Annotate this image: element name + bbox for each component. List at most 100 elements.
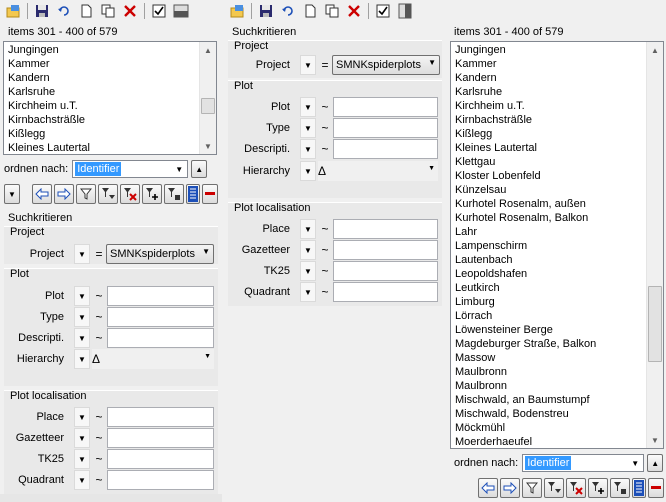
- checkbox-icon[interactable]: [148, 0, 170, 22]
- type-op-dropdown[interactable]: ▼: [300, 118, 316, 138]
- list-item[interactable]: Jungingen: [8, 43, 195, 57]
- filter-export-icon[interactable]: [610, 478, 630, 498]
- chevron-down-icon[interactable]: ▼: [428, 58, 436, 67]
- list-item[interactable]: Maulbronn: [455, 365, 642, 379]
- order-combo[interactable]: Identifier ▼: [522, 454, 645, 472]
- list-item[interactable]: Kirchheim u.T.: [8, 99, 195, 113]
- gazetteer-op-dropdown[interactable]: ▼: [300, 240, 316, 260]
- filter-remove-icon[interactable]: [120, 184, 140, 204]
- filter-add-icon[interactable]: [588, 478, 608, 498]
- undo-icon[interactable]: [53, 0, 75, 22]
- list-item[interactable]: Lampenschirm: [455, 239, 642, 253]
- remove-icon[interactable]: [648, 478, 664, 498]
- list-item[interactable]: Kißlegg: [455, 127, 642, 141]
- tk25-op-dropdown[interactable]: ▼: [300, 261, 316, 281]
- descripti-op-dropdown[interactable]: ▼: [300, 139, 316, 159]
- save-icon[interactable]: [255, 0, 277, 22]
- place-input[interactable]: [333, 219, 438, 239]
- descripti-input[interactable]: [333, 139, 438, 159]
- plot-op-dropdown[interactable]: ▼: [74, 286, 90, 306]
- arrow-left-icon[interactable]: [478, 478, 498, 498]
- list-item[interactable]: Leopoldshafen: [455, 267, 642, 281]
- new-icon[interactable]: [75, 0, 97, 22]
- arrow-right-icon[interactable]: [500, 478, 520, 498]
- sort-asc-button[interactable]: ▲: [191, 160, 208, 178]
- gazetteer-op-dropdown[interactable]: ▼: [74, 428, 90, 448]
- gazetteer-input[interactable]: [107, 428, 214, 448]
- chevron-down-icon[interactable]: ▼: [428, 165, 435, 172]
- undo-icon[interactable]: [277, 0, 299, 22]
- list-item[interactable]: Kißlegg: [8, 127, 195, 141]
- arrow-right-icon[interactable]: [54, 184, 74, 204]
- list-item[interactable]: Künzelsau: [455, 183, 642, 197]
- chevron-down-icon[interactable]: ▼: [173, 161, 185, 177]
- project-combo[interactable]: SMNKspiderplots ▼: [332, 55, 440, 75]
- list-item[interactable]: Kirnbachsträßle: [8, 113, 195, 127]
- open-icon[interactable]: [2, 0, 24, 22]
- place-op-dropdown[interactable]: ▼: [300, 219, 316, 239]
- arrow-left-icon[interactable]: [32, 184, 52, 204]
- panel-icon[interactable]: [170, 0, 192, 22]
- chevron-down-icon[interactable]: ▼: [202, 247, 210, 256]
- filter-add-icon[interactable]: [142, 184, 162, 204]
- delete-icon[interactable]: [119, 0, 141, 22]
- items-listbox[interactable]: Jungingen Kammer Kandern Karlsruhe Kirchheim…: [450, 41, 664, 449]
- place-op-dropdown[interactable]: ▼: [74, 407, 90, 427]
- checkbox-icon[interactable]: [372, 0, 394, 22]
- list-item[interactable]: Jungingen: [455, 43, 642, 57]
- plot-op-dropdown[interactable]: ▼: [300, 97, 316, 117]
- list-item[interactable]: Mischwald, an Baumstumpf: [455, 393, 642, 407]
- list-item[interactable]: Massow: [455, 351, 642, 365]
- scroll-thumb[interactable]: [648, 286, 662, 362]
- list-item[interactable]: Leutkirch: [455, 281, 642, 295]
- list-item[interactable]: Karlsruhe: [8, 85, 195, 99]
- type-input[interactable]: [107, 307, 214, 327]
- project-combo[interactable]: SMNKspiderplots ▼: [106, 244, 214, 264]
- tk25-op-dropdown[interactable]: ▼: [74, 449, 90, 469]
- list-item[interactable]: Kloster Lobenfeld: [455, 169, 642, 183]
- place-input[interactable]: [107, 407, 214, 427]
- plot-input[interactable]: [107, 286, 214, 306]
- hierarchy-op-dropdown[interactable]: ▼: [74, 349, 90, 369]
- list-item[interactable]: Kandern: [8, 71, 195, 85]
- filter-export-icon[interactable]: [164, 184, 184, 204]
- tk25-input[interactable]: [333, 261, 438, 281]
- hierarchy-op-dropdown[interactable]: ▼: [300, 161, 316, 181]
- list-item[interactable]: Klettgau: [455, 155, 642, 169]
- filter-down-icon[interactable]: [98, 184, 118, 204]
- copy-icon[interactable]: [97, 0, 119, 22]
- quadrant-op-dropdown[interactable]: ▼: [300, 282, 316, 302]
- list-item[interactable]: Kirchheim u.T.: [455, 99, 642, 113]
- copy-icon[interactable]: [321, 0, 343, 22]
- open-icon[interactable]: [226, 0, 248, 22]
- list-item[interactable]: Mischwald, Bodenstreu: [455, 407, 642, 421]
- delete-icon[interactable]: [343, 0, 365, 22]
- scroll-down-icon[interactable]: ▼: [647, 432, 663, 448]
- filter-down-icon[interactable]: [544, 478, 564, 498]
- plot-input[interactable]: [333, 97, 438, 117]
- expand-button[interactable]: ▼: [4, 184, 20, 204]
- type-input[interactable]: [333, 118, 438, 138]
- filter-icon[interactable]: [76, 184, 96, 204]
- scroll-up-icon[interactable]: ▲: [647, 42, 663, 58]
- scroll-thumb[interactable]: [201, 98, 215, 114]
- descripti-input[interactable]: [107, 328, 214, 348]
- order-combo[interactable]: Identifier ▼: [72, 160, 189, 178]
- quadrant-op-dropdown[interactable]: ▼: [74, 470, 90, 490]
- list-item[interactable]: Kirnbachsträßle: [455, 113, 642, 127]
- list-item[interactable]: Kammer: [8, 57, 195, 71]
- sort-asc-button[interactable]: ▲: [647, 454, 664, 472]
- list-scrollbar[interactable]: ▲ ▼: [646, 42, 663, 448]
- gazetteer-input[interactable]: [333, 240, 438, 260]
- quadrant-input[interactable]: [107, 470, 214, 490]
- chevron-down-icon[interactable]: ▼: [204, 353, 211, 360]
- list-item[interactable]: Magdeburger Straße, Balkon: [455, 337, 642, 351]
- list-item[interactable]: Kammer: [455, 57, 642, 71]
- list-item[interactable]: Kandern: [455, 71, 642, 85]
- list-item[interactable]: Kleines Lautertal: [8, 141, 195, 154]
- save-icon[interactable]: [31, 0, 53, 22]
- project-op-dropdown[interactable]: ▼: [74, 244, 90, 264]
- panel-icon[interactable]: [394, 0, 416, 22]
- new-icon[interactable]: [299, 0, 321, 22]
- filter-remove-icon[interactable]: [566, 478, 586, 498]
